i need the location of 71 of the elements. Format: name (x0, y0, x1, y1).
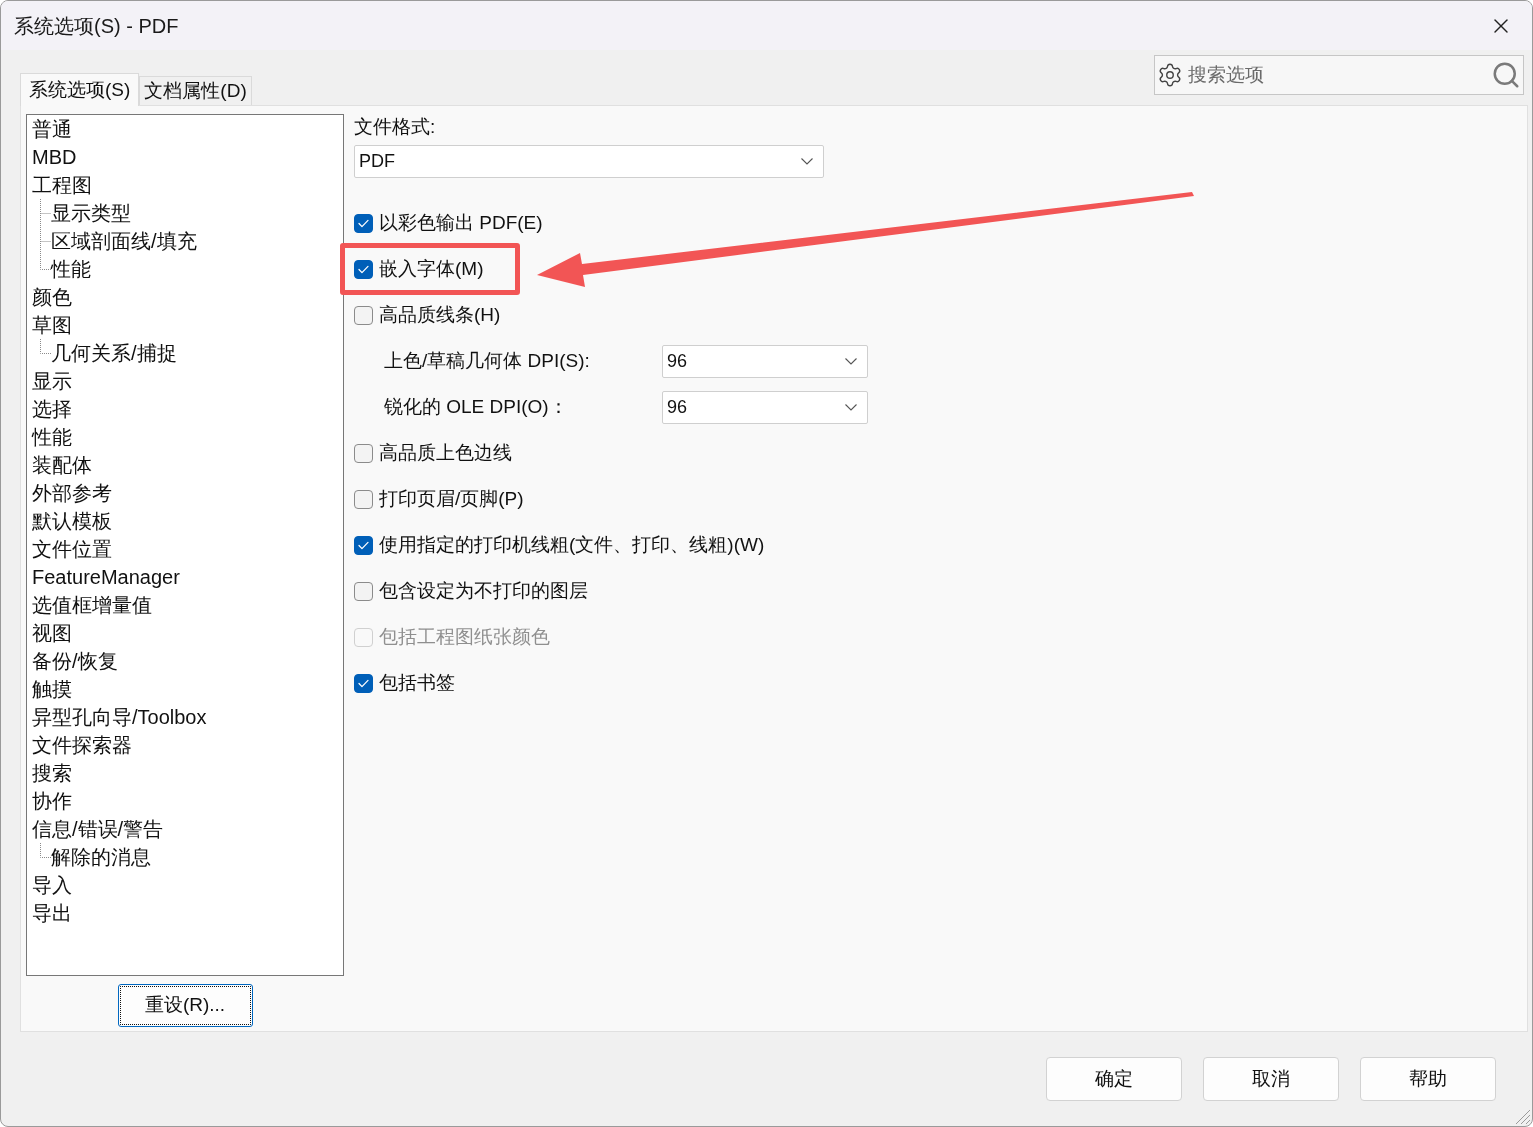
checkbox[interactable] (354, 213, 373, 233)
tree-item[interactable]: 选值框增量值 (32, 591, 152, 619)
search-field[interactable]: 搜索选项 (1154, 55, 1524, 95)
tree-item[interactable]: 导出 (32, 899, 72, 927)
check-icon (358, 264, 369, 274)
tree-item[interactable]: 视图 (32, 619, 72, 647)
tree-item[interactable]: 普通 (32, 115, 72, 143)
field-label: 上色/草稿几何体 DPI(S): (384, 349, 591, 373)
tree-item[interactable]: 显示类型 (51, 199, 131, 227)
dialog-button[interactable]: 确定 (1046, 1057, 1182, 1101)
tree-item[interactable]: 默认模板 (32, 507, 112, 535)
tree-item[interactable]: 性能 (51, 255, 91, 283)
tree-item[interactable]: 选择 (32, 395, 72, 423)
checkbox-label[interactable]: 打印页眉/页脚(P) (379, 486, 524, 512)
tree-item[interactable]: 异型孔向导/Toolbox (32, 703, 207, 731)
tree-item[interactable]: 触摸 (32, 675, 72, 703)
tree-item[interactable]: 备份/恢复 (32, 647, 118, 675)
tree-item[interactable]: 草图 (32, 311, 72, 339)
tree-item[interactable]: 性能 (32, 423, 72, 451)
tree-item[interactable]: FeatureManager (32, 563, 180, 591)
tree-item[interactable]: 区域剖面线/填充 (51, 227, 197, 255)
checkbox-label[interactable]: 包含设定为不打印的图层 (379, 578, 588, 604)
search-icon (1491, 60, 1521, 90)
check-icon (358, 540, 369, 550)
tree-item[interactable]: 外部参考 (32, 479, 112, 507)
tree-item[interactable]: 文件位置 (32, 535, 112, 563)
tree-item[interactable]: 协作 (32, 787, 72, 815)
dpi-dropdown[interactable]: 96 (662, 390, 868, 424)
tree-item[interactable]: 信息/错误/警告 (32, 815, 164, 843)
checkbox[interactable] (354, 673, 373, 693)
checkbox-label[interactable]: 以彩色输出 PDF(E) (379, 210, 543, 236)
tree-connector (40, 843, 51, 858)
tree-connector (40, 339, 51, 354)
dialog-button[interactable]: 取消 (1203, 1057, 1339, 1101)
chevron-down-icon (801, 158, 813, 165)
tree-item[interactable]: 工程图 (32, 171, 92, 199)
tab[interactable]: 文档属性(D) (139, 76, 252, 105)
checkbox-label[interactable]: 使用指定的打印机线粗(文件、打印、线粗)(W) (379, 532, 765, 558)
tree-item[interactable]: MBD (32, 143, 77, 171)
field-label: 锐化的 OLE DPI(O)： (384, 395, 569, 419)
checkbox-label[interactable]: 高品质线条(H) (379, 302, 501, 328)
tree-connector (40, 199, 51, 227)
reset-button[interactable]: 重设(R)... (117, 984, 253, 1027)
checkbox-label[interactable]: 包括书签 (379, 670, 455, 696)
field-label: 文件格式: (354, 115, 437, 139)
format-dropdown[interactable]: PDF (354, 145, 824, 178)
checkbox[interactable] (354, 305, 373, 325)
checkbox[interactable] (354, 489, 373, 509)
checkbox[interactable] (354, 443, 373, 463)
check-icon (358, 678, 369, 688)
tree-item[interactable]: 显示 (32, 367, 72, 395)
chevron-down-icon (845, 357, 857, 365)
checkbox[interactable] (354, 581, 373, 601)
tree-item[interactable]: 文件探索器 (32, 731, 132, 759)
checkbox-label[interactable]: 高品质上色边线 (379, 440, 512, 466)
tab[interactable]: 系统选项(S) (20, 73, 140, 106)
check-icon (358, 218, 369, 228)
checkbox[interactable] (354, 259, 373, 279)
tree-item[interactable]: 颜色 (32, 283, 72, 311)
settings-icon (1157, 62, 1183, 88)
tree-item[interactable]: 几何关系/捕捉 (51, 339, 177, 367)
window-title: 系统选项(S) - PDF (14, 13, 179, 39)
checkbox[interactable] (354, 535, 373, 555)
dialog-button[interactable]: 帮助 (1360, 1057, 1496, 1101)
tree-item[interactable]: 解除的消息 (51, 843, 151, 871)
tree-item[interactable]: 搜索 (32, 759, 72, 787)
tree-item[interactable]: 装配体 (32, 451, 92, 479)
dpi-dropdown[interactable]: 96 (662, 344, 868, 378)
chevron-down-icon (845, 403, 857, 411)
tree-item[interactable]: 导入 (32, 871, 72, 899)
checkbox-label[interactable]: 嵌入字体(M) (379, 256, 484, 282)
